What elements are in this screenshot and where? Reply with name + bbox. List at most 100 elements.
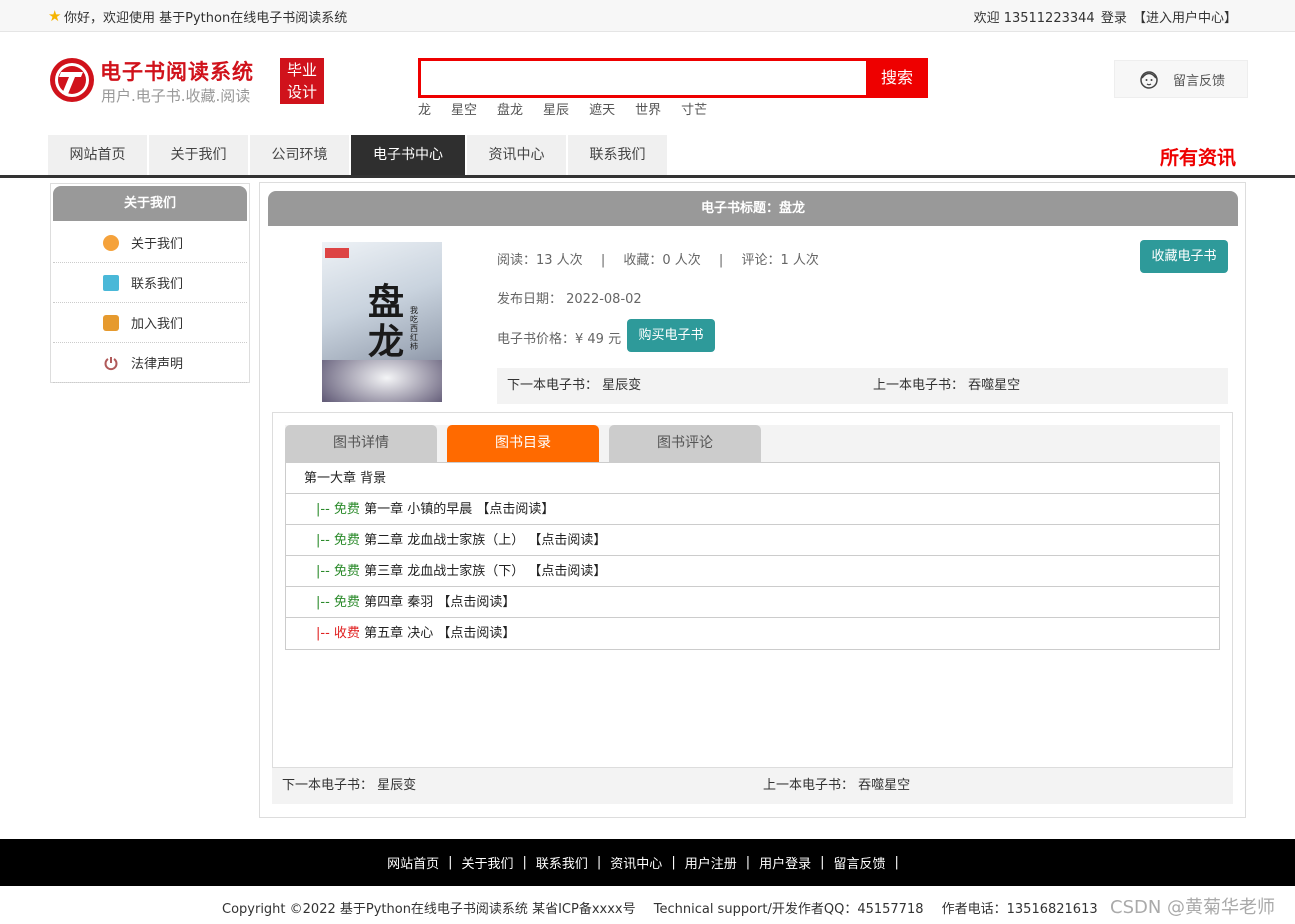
welcome-text: 你好，欢迎使用 基于Python在线电子书阅读系统 [64,11,348,26]
footer-nav: 网站首页 | 关于我们 | 联系我们 | 资讯中心 | 用户注册 | 用户登录 | 留言反馈… [0,839,1295,886]
nav-home[interactable]: 网站首页 [48,135,147,175]
tab-book-catalog[interactable]: 图书目录 [447,425,599,462]
favorite-ebook-button[interactable]: 收藏电子书 [1140,240,1228,273]
watermark: CSDN @黄菊华老师 [1110,897,1276,918]
read-chapter-link[interactable]: 【点击阅读】 [437,595,515,610]
hotword-link[interactable]: 星辰 [543,99,569,118]
chapter-prefix: |-- [316,626,330,641]
read-chapter-link[interactable]: 【点击阅读】 [528,533,606,548]
copyright-text: Copyright ©2022 基于Python在线电子书阅读系统 某省ICP备… [222,902,636,917]
book-price: 电子书价格：¥ 49 元 [497,332,622,347]
feedback-button[interactable]: 留言反馈 [1114,60,1248,98]
chapter-prefix: |-- [316,564,330,579]
separator: | [718,253,724,268]
footer-link-contact[interactable]: 联系我们 [536,853,588,872]
book-navigation: 下一本电子书： 星辰变 上一本电子书： 吞噬星空 [497,368,1228,404]
sidebar-item-about[interactable]: 关于我们 [53,223,247,263]
chapter-row: |-- 免费 第二章 龙血战士家族（上） 【点击阅读】 [286,525,1219,556]
logo-subtitle: 用户.电子书.收藏.阅读 [101,87,251,105]
tab-bar: 图书详情 图书目录 图书评论 [285,425,1220,462]
book-stats: 阅读：13 人次 | 收藏：0 人次 | 评论：1 人次 [497,249,819,268]
search-box [418,58,866,98]
search-input[interactable] [421,61,866,95]
nav-news[interactable]: 资讯中心 [467,135,566,175]
footer-separator: | [671,855,676,870]
nav-environment[interactable]: 公司环境 [250,135,349,175]
read-chapter-link[interactable]: 【点击阅读】 [437,626,515,641]
footer-link-register[interactable]: 用户注册 [685,853,737,872]
cover-artwork [322,360,442,402]
customer-service-icon [1140,71,1158,89]
chapter-row: |-- 免费 第一章 小镇的早晨 【点击阅读】 [286,494,1219,525]
welcome-message: ★ 你好，欢迎使用 基于Python在线电子书阅读系统 [48,7,348,27]
next-book-link[interactable]: 下一本电子书： 星辰变 [282,768,416,804]
separator: | [600,253,606,268]
footer-link-about[interactable]: 关于我们 [461,853,513,872]
search-button[interactable]: 搜索 [866,58,928,98]
chapter-title: 第五章 决心 [364,626,434,641]
chapter-prefix: |-- [316,595,330,610]
volume-title: 第一大章 背景 [286,463,1219,494]
sidebar-item-label: 法律声明 [131,357,184,372]
chapter-status: 免费 [333,533,360,548]
prev-book-link[interactable]: 上一本电子书： 吞噬星空 [763,768,910,804]
bottom-book-navigation: 下一本电子书： 星辰变 上一本电子书： 吞噬星空 [272,768,1233,804]
sidebar-title: 关于我们 [53,186,247,221]
footer-separator: | [745,855,751,870]
all-news-link[interactable]: 所有资讯 [1160,143,1236,170]
logo-title: 电子书阅读系统 [100,60,254,84]
next-book-link[interactable]: 下一本电子书： 星辰变 [507,368,641,404]
hot-keywords: 龙 星空 盘龙 星辰 遮天 世界 寸芒 [418,99,727,118]
user-links: 欢迎 13511223344 登录 【进入用户中心】 [972,7,1237,26]
orange-circle-icon [103,234,119,251]
hotword-link[interactable]: 盘龙 [497,99,523,118]
sidebar-item-join[interactable]: 加入我们 [53,303,247,343]
chapter-row: |-- 免费 第四章 秦羽 【点击阅读】 [286,587,1219,618]
read-chapter-link[interactable]: 【点击阅读】 [528,564,606,579]
tab-book-comments[interactable]: 图书评论 [609,425,761,462]
user-center-link[interactable]: 【进入用户中心】 [1133,11,1237,26]
footer-link-login[interactable]: 用户登录 [759,853,811,872]
sidebar-item-label: 关于我们 [131,237,184,252]
read-chapter-link[interactable]: 【点击阅读】 [476,502,554,517]
sidebar-item-contact[interactable]: 联系我们 [53,263,247,303]
cover-author: 我吃西红柿 [410,306,418,351]
publisher-logo [325,248,349,258]
main-nav: 网站首页 关于我们 公司环境 电子书中心 资讯中心 联系我们 [48,135,669,175]
chapter-list: 第一大章 背景 |-- 免费 第一章 小镇的早晨 【点击阅读】 |-- 免费 第… [285,462,1220,650]
nav-ebook-center[interactable]: 电子书中心 [351,135,465,175]
book-cover[interactable]: 盘龙 我吃西红柿 [322,242,442,402]
buy-ebook-button[interactable]: 购买电子书 [627,319,715,352]
hotword-link[interactable]: 遮天 [589,99,615,118]
footer-link-feedback[interactable]: 留言反馈 [834,853,886,872]
comment-count: 评论：1 人次 [741,253,819,268]
hotword-link[interactable]: 星空 [451,99,477,118]
chapter-title: 第二章 龙血战士家族（上） [364,533,525,548]
nav-about[interactable]: 关于我们 [149,135,248,175]
clipboard-icon [103,274,119,291]
nav-contact[interactable]: 联系我们 [568,135,667,175]
chapter-status: 收费 [333,626,360,641]
tab-book-details[interactable]: 图书详情 [285,425,437,462]
sidebar-item-label: 加入我们 [131,317,184,332]
footer-separator: | [522,855,527,870]
lock-icon [103,314,119,331]
hotword-link[interactable]: 世界 [635,99,661,118]
footer-separator: | [894,855,899,870]
chapter-title: 第一章 小镇的早晨 [364,502,473,517]
chapter-row: |-- 收费 第五章 决心 【点击阅读】 [286,618,1219,649]
power-icon [104,356,118,370]
hotword-link[interactable]: 龙 [418,99,431,118]
logo-icon[interactable] [48,56,96,104]
graduation-badge: 毕业 设计 [280,58,324,104]
login-link[interactable]: 登录 [1101,11,1127,26]
read-count: 阅读：13 人次 [497,253,583,268]
prev-book-link[interactable]: 上一本电子书： 吞噬星空 [873,368,1020,404]
sidebar-item-label: 联系我们 [131,277,184,292]
hotword-link[interactable]: 寸芒 [681,99,707,118]
footer-link-home[interactable]: 网站首页 [387,853,439,872]
chapter-title: 第四章 秦羽 [364,595,434,610]
footer-link-news[interactable]: 资讯中心 [610,853,662,872]
sidebar-item-legal[interactable]: 法律声明 [53,343,247,383]
chapter-status: 免费 [333,502,360,517]
